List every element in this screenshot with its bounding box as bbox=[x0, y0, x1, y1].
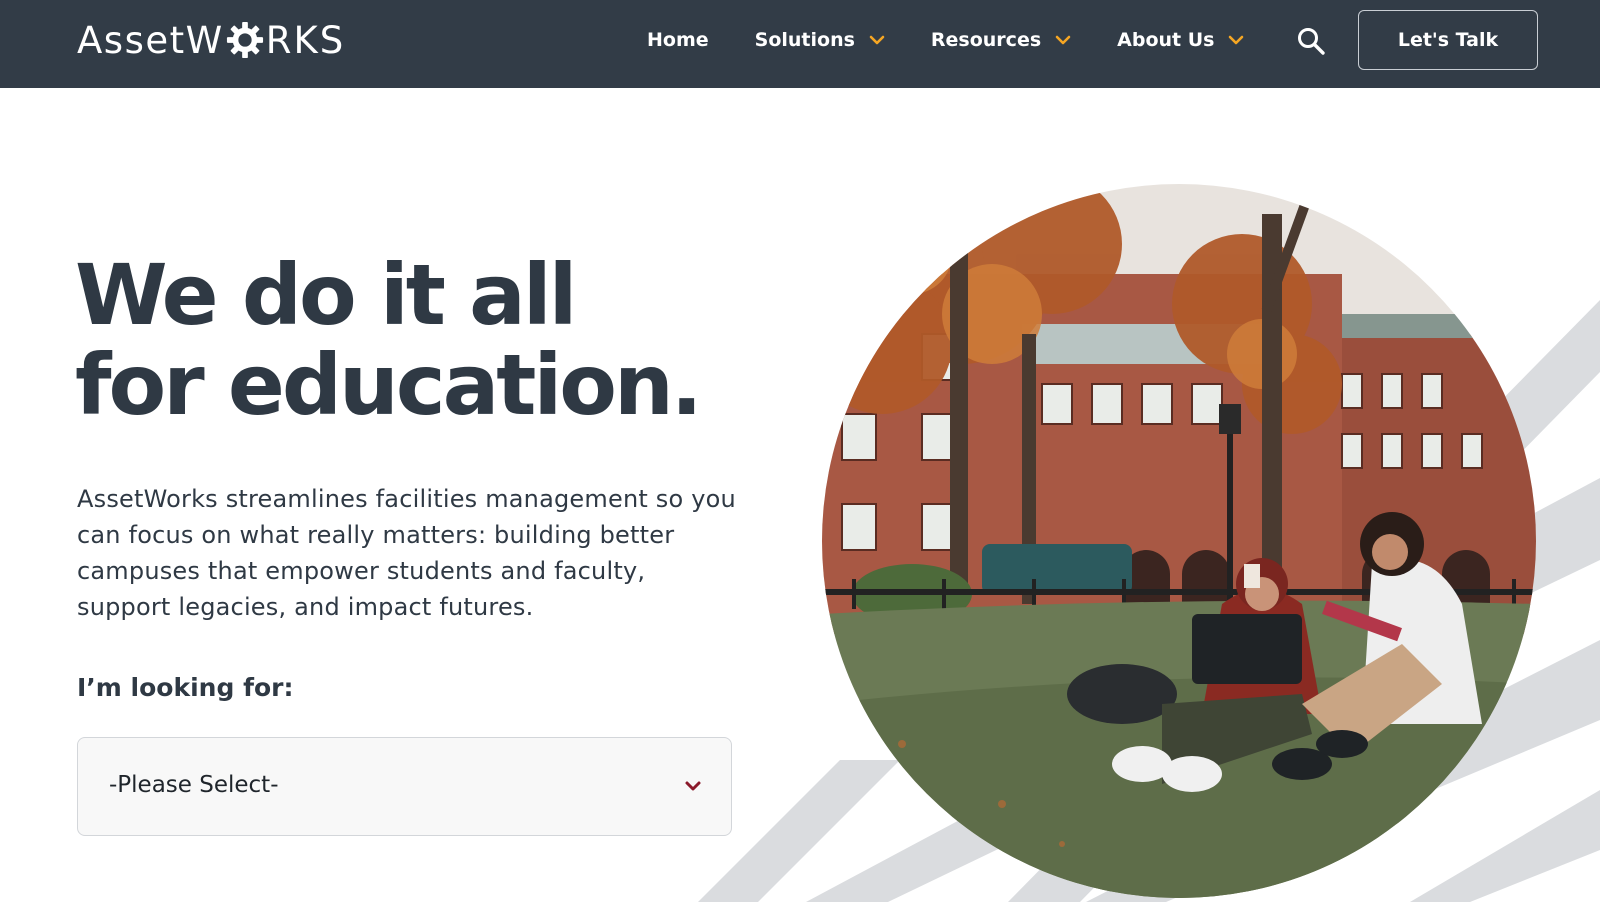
looking-for-select[interactable]: -Please Select- bbox=[77, 737, 732, 836]
nav-solutions[interactable]: Solutions bbox=[755, 29, 885, 51]
chevron-down-icon bbox=[1229, 35, 1244, 45]
select-current-value: -Please Select- bbox=[109, 772, 279, 798]
nav-solutions-label: Solutions bbox=[754, 29, 855, 51]
hero-title: We do it all for education. bbox=[75, 246, 703, 434]
chevron-down-icon bbox=[685, 781, 701, 791]
nav-about-us[interactable]: About Us bbox=[1117, 29, 1244, 51]
hero-title-line-2: for education. bbox=[75, 336, 703, 434]
hero-title-line-1: We do it all bbox=[75, 246, 577, 344]
hero-description: AssetWorks streamlines facilities manage… bbox=[77, 485, 736, 621]
logo-text-suffix: RKS bbox=[265, 18, 346, 62]
assetworks-logo[interactable]: AssetW RKS bbox=[77, 18, 345, 62]
chevron-down-icon bbox=[1055, 35, 1071, 45]
nav-resources-label: Resources bbox=[930, 29, 1042, 51]
logo-text-prefix: AssetW bbox=[77, 18, 224, 62]
nav-home[interactable]: Home bbox=[647, 29, 709, 51]
top-navbar: AssetW RKS Home Solutions Resources Abou… bbox=[0, 0, 1600, 88]
looking-for-label: I’m looking for: bbox=[77, 673, 294, 702]
nav-home-label: Home bbox=[647, 29, 709, 51]
lets-talk-label: Let's Talk bbox=[1397, 29, 1499, 51]
gear-icon bbox=[226, 21, 263, 59]
search-icon[interactable] bbox=[1296, 26, 1326, 56]
chevron-down-icon bbox=[869, 35, 885, 45]
nav-resources[interactable]: Resources bbox=[931, 29, 1071, 51]
hero-campus-photo bbox=[822, 184, 1536, 898]
lets-talk-button[interactable]: Let's Talk bbox=[1358, 10, 1538, 70]
campus-scene-illustration bbox=[822, 184, 1536, 898]
nav-about-us-label: About Us bbox=[1117, 29, 1215, 51]
main-nav: Home Solutions Resources About Us bbox=[647, 0, 1290, 80]
